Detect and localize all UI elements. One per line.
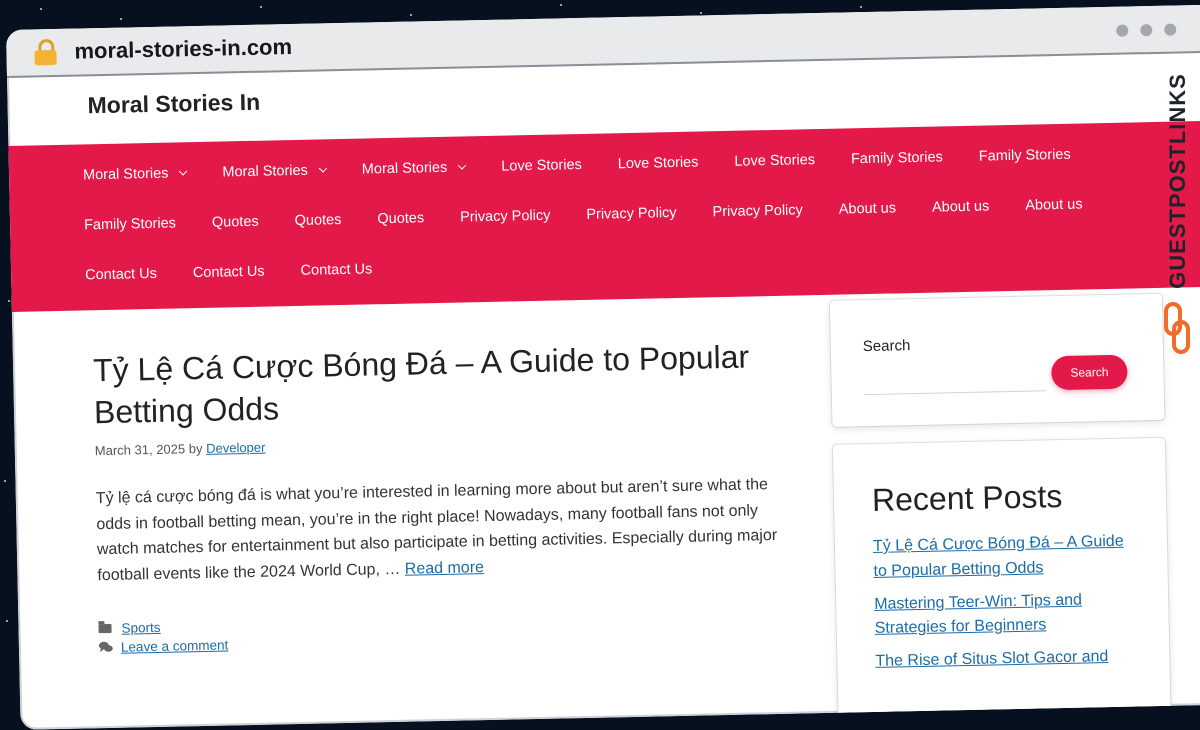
recent-posts-list: Tỷ Lệ Cá Cược Bóng Đá – A Guide to Popul… — [873, 529, 1140, 674]
chevron-down-icon — [179, 167, 188, 176]
window-dot[interactable] — [1116, 24, 1129, 37]
nav-item-label: Privacy Policy — [459, 207, 551, 226]
nav-item-label: Family Stories — [83, 215, 177, 234]
nav-item[interactable]: Moral Stories — [83, 148, 205, 201]
url-text[interactable]: moral-stories-in.com — [74, 34, 292, 65]
post-date: March 31, 2025 — [94, 441, 186, 459]
nav-item-label: Quotes — [377, 210, 425, 228]
nav-item-label: About us — [1025, 196, 1083, 214]
guestpostlinks-watermark: GUESTPOSTLINKS — [1160, 56, 1194, 356]
search-button[interactable]: Search — [1051, 354, 1128, 391]
nav-item[interactable]: Contact Us — [85, 249, 176, 301]
nav-item[interactable]: Family Stories — [978, 129, 1089, 181]
nav-item-label: Moral Stories — [82, 165, 169, 184]
nav-item-label: Contact Us — [84, 265, 158, 284]
window-controls — [1116, 23, 1177, 37]
post-by: by — [188, 441, 203, 457]
nav-item-label: Contact Us — [192, 263, 265, 282]
folder-icon — [98, 623, 112, 633]
nav-item[interactable]: Love Stories — [734, 135, 834, 187]
comment-icon — [98, 641, 113, 653]
nav-item-label: Moral Stories — [222, 162, 309, 181]
nav-item-label: Love Stories — [734, 152, 816, 170]
nav-item-label: Quotes — [211, 213, 259, 231]
comment-link[interactable]: Leave a comment — [121, 637, 229, 654]
nav-item-label: Love Stories — [617, 154, 699, 173]
post-footer-meta: Sports Leave a comment — [98, 606, 789, 654]
nav-item-label: Moral Stories — [361, 159, 448, 178]
nav-item-label: Love Stories — [501, 156, 582, 175]
nav-item[interactable]: Family Stories — [84, 198, 195, 250]
nav-item[interactable]: Privacy Policy — [712, 185, 821, 237]
browser-window: moral-stories-in.com Moral Stories In Mo… — [6, 4, 1200, 730]
nav-item[interactable]: Contact Us — [300, 244, 391, 296]
nav-item[interactable]: Quotes — [211, 196, 277, 247]
nav-item[interactable]: About us — [932, 181, 1008, 233]
nav-item[interactable]: Privacy Policy — [586, 188, 695, 240]
window-dot[interactable] — [1140, 23, 1153, 37]
search-input[interactable] — [863, 364, 1046, 396]
nav-item[interactable]: Love Stories — [501, 140, 601, 192]
watermark-text: GUESTPOSTLINKS — [1165, 73, 1190, 289]
nav-item-label: About us — [838, 200, 897, 218]
nav-item-label: Contact Us — [300, 261, 373, 279]
nav-item[interactable]: About us — [838, 183, 914, 235]
category-link[interactable]: Sports — [121, 619, 160, 635]
nav-item-label: About us — [931, 198, 990, 216]
author-link[interactable]: Developer — [206, 440, 266, 456]
lock-icon — [34, 38, 57, 66]
post-meta: March 31, 2025 by Developer — [94, 429, 785, 459]
nav-item-label: Quotes — [294, 212, 342, 229]
window-dot[interactable] — [1164, 23, 1177, 36]
post-title[interactable]: Tỷ Lệ Cá Cược Bóng Đá – A Guide to Popul… — [93, 336, 785, 434]
nav-item[interactable]: Privacy Policy — [460, 190, 569, 242]
main-navigation: Moral Stories Moral Stories Moral Stories L… — [8, 120, 1200, 312]
nav-item-label: Privacy Policy — [586, 204, 677, 223]
recent-posts-widget: Recent Posts Tỷ Lệ Cá Cược Bóng Đá – A G… — [832, 437, 1172, 730]
post-excerpt: Tỷ lệ cá cược bóng đá is what you’re int… — [96, 472, 788, 589]
nav-item[interactable]: Moral Stories — [222, 145, 344, 198]
chevron-down-icon — [318, 164, 328, 173]
site-title[interactable]: Moral Stories In — [87, 68, 1200, 128]
recent-posts-title: Recent Posts — [871, 477, 1063, 518]
recent-post-link[interactable]: Mastering Teer-Win: Tips and Strategies … — [874, 587, 1139, 642]
nav-item-label: Family Stories — [850, 149, 943, 168]
nav-item-label: Privacy Policy — [712, 202, 803, 221]
nav-item[interactable]: About us — [1025, 179, 1101, 231]
nav-item[interactable]: Quotes — [377, 193, 443, 244]
nav-item[interactable]: Love Stories — [617, 137, 717, 189]
nav-item[interactable]: Moral Stories — [361, 142, 483, 195]
nav-item[interactable]: Contact Us — [192, 246, 283, 298]
recent-post-link[interactable]: Tỷ Lệ Cá Cược Bóng Đá – A Guide to Popul… — [873, 529, 1138, 584]
read-more-link[interactable]: Read more — [405, 559, 484, 578]
nav-item[interactable]: Family Stories — [850, 132, 961, 184]
nav-item-label: Family Stories — [978, 146, 1071, 165]
nav-item[interactable]: Quotes — [294, 195, 360, 246]
search-widget: Search Search — [829, 293, 1165, 427]
chevron-down-icon — [457, 161, 467, 170]
recent-post-link[interactable]: The Rise of Situs Slot Gacor and — [875, 645, 1139, 675]
search-label: Search — [862, 337, 911, 356]
chain-link-logo-icon — [1164, 302, 1190, 354]
post-article: Tỷ Lệ Cá Cược Bóng Đá – A Guide to Popul… — [93, 336, 789, 659]
